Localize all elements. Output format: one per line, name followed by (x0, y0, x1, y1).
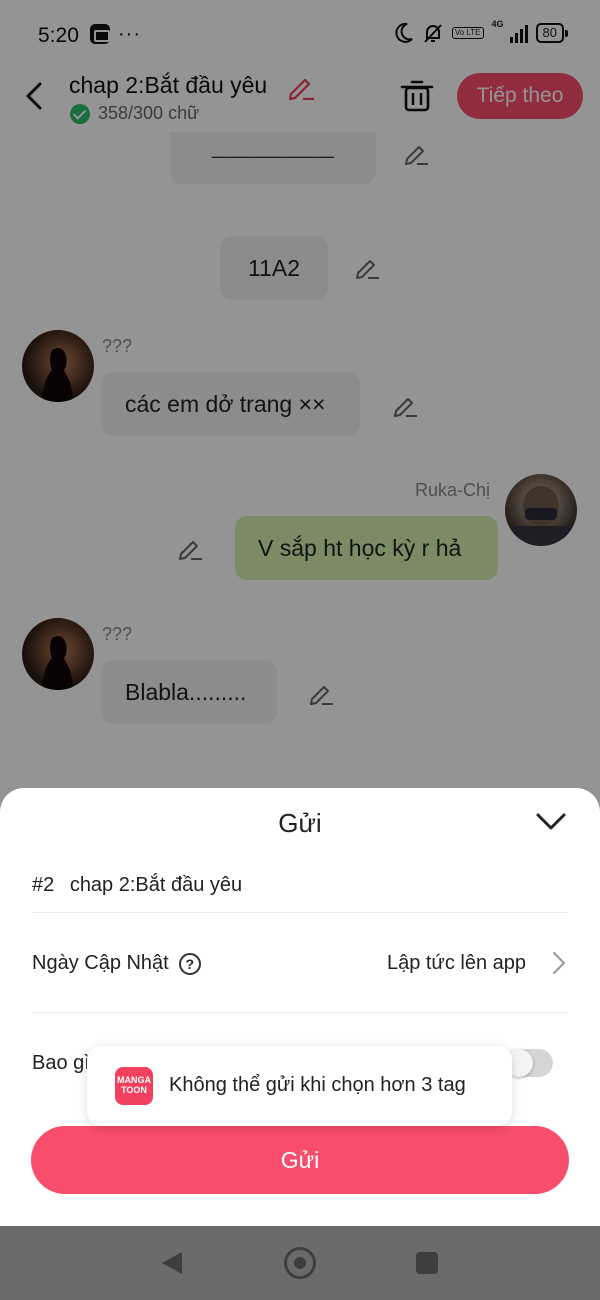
chapter-info: #2 chap 2:Bắt đầu yêu (32, 874, 242, 897)
status-time: 5:20 (38, 24, 79, 47)
bell-muted-icon (424, 24, 442, 43)
more-notifications-icon: ··· (118, 23, 141, 45)
edit-icon[interactable] (403, 140, 429, 166)
message-bubble[interactable]: Blabla......... (102, 660, 277, 724)
screen: 5:20 ··· Vo LTE 4G 80 chap 2:Bắt đầu yêu… (0, 0, 600, 1300)
publish-sheet: Gửi #2 chap 2:Bắt đầu yêu Ngày Cập Nhật … (0, 788, 600, 1226)
logo-line2: TOON (121, 1085, 147, 1095)
option-label: Bao gì (32, 1052, 90, 1074)
edit-icon[interactable] (177, 535, 203, 561)
chapter-number: #2 (32, 874, 55, 896)
chevron-right-icon[interactable] (550, 950, 568, 976)
message-text: V sắp ht học kỳ r hả (258, 534, 462, 561)
check-icon (70, 103, 90, 124)
message-bubble[interactable]: V sắp ht học kỳ r hả (235, 516, 498, 580)
chevron-down-icon[interactable] (533, 806, 569, 836)
toast-message: MANGA TOON Không thể gửi khi chọn hơn 3 … (87, 1046, 512, 1126)
silhouette-icon (40, 636, 74, 690)
back-arrow-icon[interactable] (18, 76, 54, 116)
update-date-value[interactable]: Lập tức lên app (387, 952, 526, 975)
trash-icon[interactable] (400, 78, 434, 114)
nav-back-icon[interactable] (160, 1250, 184, 1276)
capcut-app-icon (90, 24, 110, 44)
battery-icon: 80 (535, 23, 569, 43)
word-count: 358/300 chữ (70, 103, 199, 124)
network-type: 4G (491, 19, 504, 29)
editor-header: chap 2:Bắt đầu yêu 358/300 chữ Tiếp theo (0, 62, 600, 132)
status-left-icons: ··· (90, 24, 141, 44)
avatar[interactable] (505, 474, 577, 546)
nav-home-icon[interactable] (284, 1247, 316, 1279)
signal-icon: 4G (492, 19, 528, 43)
help-icon[interactable]: ? (178, 952, 201, 975)
avatar[interactable] (22, 618, 94, 690)
location-tag[interactable]: 11A2 (220, 236, 328, 300)
photo-avatar (513, 486, 569, 546)
edit-icon[interactable] (392, 392, 418, 418)
mangatoon-logo: MANGA TOON (115, 1067, 153, 1105)
system-nav-bar (0, 1226, 600, 1300)
next-button[interactable]: Tiếp theo (457, 73, 583, 119)
message-bubble[interactable]: các em dở trang ×× (102, 372, 360, 436)
partial-bubble[interactable]: ___________ (170, 132, 376, 184)
toast-text: Không thể gửi khi chọn hơn 3 tag (169, 1074, 466, 1096)
edit-icon[interactable] (308, 680, 334, 706)
edit-icon[interactable] (354, 254, 380, 280)
sheet-title: Gửi (278, 808, 322, 838)
location-tag-text: 11A2 (247, 254, 300, 281)
divider (32, 1012, 568, 1013)
sender-name: Ruka-Chị (415, 480, 491, 500)
option-toggle[interactable] (505, 1049, 553, 1077)
silhouette-icon (40, 348, 74, 402)
volte-icon: Vo LTE (451, 27, 484, 39)
divider (32, 912, 568, 913)
avatar[interactable] (22, 330, 94, 402)
moon-icon (395, 22, 413, 43)
chat-area: ___________ 11A2 ??? các em dở trang ×× (0, 132, 600, 788)
status-right-icons: Vo LTE 4G 80 (394, 19, 569, 44)
word-count-text: 358/300 chữ (98, 103, 200, 123)
sender-name: ??? (102, 336, 133, 356)
logo-line1: MANGA (117, 1075, 151, 1085)
chapter-title: chap 2:Bắt đầu yêu (69, 72, 268, 98)
nav-recents-icon[interactable] (416, 1252, 438, 1274)
send-button[interactable]: Gửi (31, 1126, 569, 1194)
partial-bubble-text: ___________ (211, 136, 335, 159)
message-text: Blabla......... (125, 678, 247, 705)
edit-title-icon[interactable] (287, 74, 315, 100)
chapter-name: chap 2:Bắt đầu yêu (69, 874, 243, 896)
update-date-label: Ngày Cập Nhật (32, 952, 169, 974)
message-text: các em dở trang ×× (125, 390, 326, 417)
sender-name: ??? (102, 624, 133, 644)
update-date-row: Ngày Cập Nhật ? (32, 952, 201, 975)
